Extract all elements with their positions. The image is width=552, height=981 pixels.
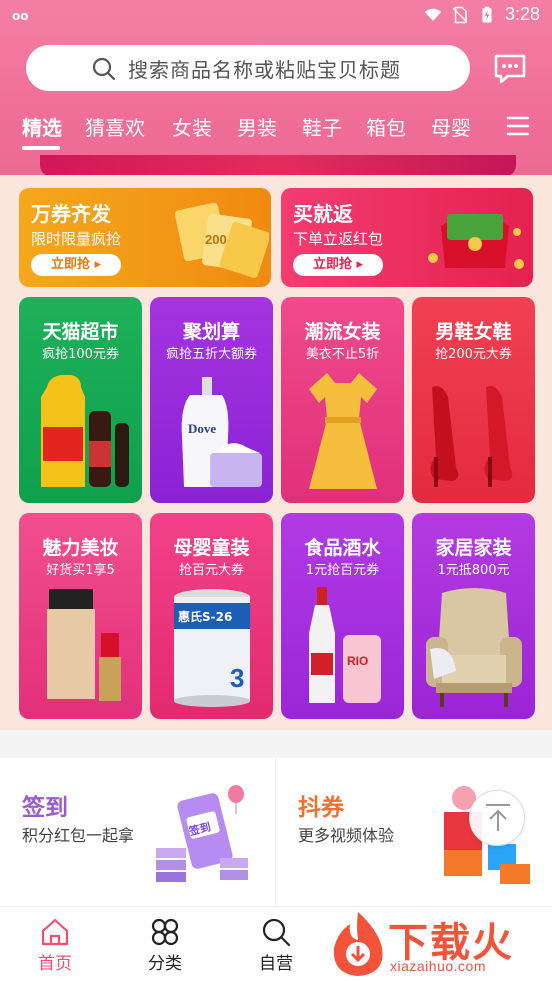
foundation-lipstick-image (47, 589, 121, 701)
signin-phone-illustration: 签到 (156, 785, 248, 882)
card-subtitle: 美衣不止5折 (305, 347, 380, 362)
nav-home[interactable]: 首页 (20, 917, 90, 974)
status-icons: 3:28 (424, 4, 540, 25)
card-title: 魅力美妆 (42, 537, 119, 559)
watermark: 下载火 xiazaihuo.com (326, 908, 552, 981)
feature-row: 签到 积分红包一起拿 签到 抖券 更多视频体验 (0, 758, 552, 906)
no-sim-icon (452, 6, 468, 23)
status-notification-icon: oo (12, 9, 29, 23)
coupon-banner-cashback[interactable]: 买就返 下单立返红包 立即抢 ▸ (281, 188, 533, 287)
menu-icon[interactable] (506, 114, 530, 138)
tab-mens-clothing[interactable]: 男装 (237, 112, 277, 141)
grab-now-button[interactable]: 立即抢 ▸ (293, 254, 383, 276)
tab-shoes[interactable]: 鞋子 (302, 112, 342, 141)
watermark-url: xiazaihuo.com (390, 958, 486, 974)
category-icon (151, 918, 179, 946)
card-title: 天猫超市 (42, 321, 119, 343)
tab-featured[interactable]: 精选 (22, 112, 62, 141)
tab-mother-baby[interactable]: 母婴 (431, 112, 471, 141)
card-mother-baby[interactable]: 母婴童装 抢百元大券 惠氏S-26 3 (150, 513, 273, 719)
red-heels-image (430, 386, 513, 487)
coupon-title: 万券齐发 (31, 202, 111, 226)
banner-carousel-edge[interactable] (40, 155, 516, 177)
formula-label: 惠氏S-26 (178, 609, 232, 624)
yellow-dress-image (309, 373, 377, 489)
card-title: 食品酒水 (304, 537, 381, 559)
status-time: 3:28 (504, 4, 540, 24)
wifi-icon (424, 8, 442, 21)
coupon-tickets-icon: 200 (174, 202, 269, 278)
search-icon (262, 918, 291, 947)
category-tabs: 精选 猜喜欢 女装 男装 鞋子 箱包 母婴 (0, 108, 552, 150)
nav-label: 分类 (148, 954, 182, 974)
armchair-image (426, 588, 522, 707)
coupon-banner-all-coupons[interactable]: 万券齐发 限时限量疯抢 立即抢 ▸ 200 (19, 188, 271, 287)
card-shoes[interactable]: 男鞋女鞋 抢200元大券 (412, 297, 535, 503)
card-home-furnishing[interactable]: 家居家装 1元抵800元 (412, 513, 535, 719)
card-subtitle: 抢200元大券 (435, 347, 512, 362)
card-food-drinks[interactable]: 食品酒水 1元抢百元券 RIO (281, 513, 404, 719)
home-icon (41, 918, 69, 946)
card-subtitle: 1元抵800元 (437, 563, 510, 578)
nav-self-operated[interactable]: 自营 (241, 917, 311, 974)
search-icon (92, 57, 116, 81)
feature-subtitle: 更多视频体验 (298, 826, 395, 845)
card-juhuasuan[interactable]: 聚划算 疯抢五折大额券 Dove (150, 297, 273, 503)
battery-charging-icon (482, 6, 492, 22)
status-bar: oo 3:28 (0, 0, 552, 34)
nav-label: 首页 (38, 954, 72, 974)
dove-label: Dove (188, 421, 216, 436)
card-subtitle: 好货买1享5 (46, 563, 115, 578)
signin-feature[interactable]: 签到 积分红包一起拿 签到 (0, 758, 276, 906)
arrow-up-icon (486, 804, 510, 831)
coupon-subtitle: 限时限量疯抢 (31, 230, 122, 248)
card-title: 母婴童装 (173, 537, 250, 559)
card-subtitle: 1元抢百元券 (305, 563, 380, 578)
nav-category[interactable]: 分类 (130, 917, 200, 974)
card-subtitle: 疯抢五折大额券 (165, 347, 257, 362)
tab-bags[interactable]: 箱包 (366, 112, 406, 141)
milk-formula-can-image: 惠氏S-26 3 (174, 589, 250, 707)
coupon-title: 买就返 (293, 202, 353, 226)
nav-label: 自营 (259, 954, 293, 974)
tab-guess-like[interactable]: 猜喜欢 (85, 112, 145, 141)
cooking-oil-bottles-image (41, 375, 129, 487)
dove-bodywash-image: Dove (181, 377, 262, 487)
card-title: 聚划算 (182, 321, 240, 343)
message-icon[interactable] (492, 50, 528, 86)
card-title: 男鞋女鞋 (435, 321, 512, 343)
grab-now-button[interactable]: 立即抢 ▸ (31, 254, 121, 276)
card-subtitle: 疯抢100元券 (42, 347, 119, 362)
rio-label: RIO (347, 654, 368, 668)
scroll-to-top-button[interactable] (469, 790, 525, 846)
card-subtitle: 抢百元大券 (178, 563, 244, 578)
feature-title: 签到 (22, 795, 68, 821)
red-envelope-icon (428, 214, 524, 269)
tab-womens-clothing[interactable]: 女装 (172, 112, 212, 141)
flame-logo-icon (333, 912, 383, 976)
coupon-amount-label: 200 (205, 232, 227, 247)
card-title: 潮流女装 (304, 321, 381, 343)
coupon-subtitle: 下单立返红包 (293, 230, 384, 248)
card-beauty[interactable]: 魅力美妆 好货买1享5 (19, 513, 142, 719)
feature-subtitle: 积分红包一起拿 (22, 826, 135, 845)
liquor-and-rio-can-image: RIO (309, 587, 381, 703)
promo-area: 万券齐发 限时限量疯抢 立即抢 ▸ 200 买就返 下单立返红包 立即抢 ▸ 天… (0, 175, 552, 730)
card-title: 家居家装 (435, 537, 512, 559)
card-tmall-supermarket[interactable]: 天猫超市 疯抢100元券 (19, 297, 142, 503)
formula-stage-label: 3 (230, 663, 244, 693)
search-placeholder: 搜索商品名称或粘贴宝贝标题 (128, 58, 401, 82)
card-trendy-womens[interactable]: 潮流女装 美衣不止5折 (281, 297, 404, 503)
feature-title: 抖券 (298, 795, 344, 821)
tab-active-indicator (22, 146, 60, 150)
header: oo 3:28 搜索商品名称或粘贴宝贝标题 精选 猜喜欢 女装 男装 鞋子 箱包… (0, 0, 552, 177)
